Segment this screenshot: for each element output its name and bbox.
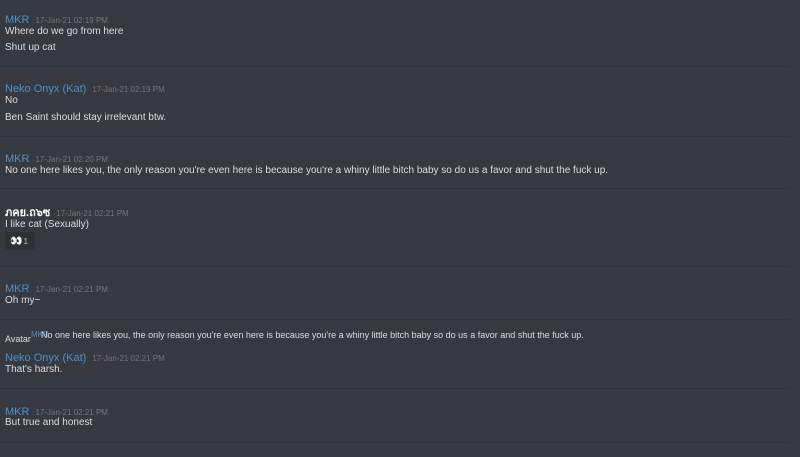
timestamp: 17-Jan-21 02:21 PM [35,285,108,294]
message-text: No [5,95,18,106]
eyes-emoji-icon: 👀 [10,235,22,247]
message-divider [0,442,790,443]
message-header: Neko Onyx (Kat) 17-Jan-21 02:19 PM [5,79,165,97]
reaction-count: 1 [23,236,28,246]
message-text: Ben Saint should stay irrelevant btw. [5,112,167,123]
message-text: Oh my~ [5,295,41,306]
timestamp: 17-Jan-21 02:21 PM [92,354,165,363]
timestamp: 17-Jan-21 02:19 PM [35,16,108,25]
message-text: But true and honest [5,417,93,428]
message-divider [0,66,790,67]
chat-message-list: MKR 17-Jan-21 02:19 PM Where do we go fro… [0,0,800,457]
message-divider [0,388,790,389]
message-text: That's harsh. [5,364,63,375]
message-text: No one here likes you, the only reason y… [5,165,609,176]
message-divider [0,266,790,267]
timestamp: 17-Jan-21 02:21 PM [56,209,129,218]
author-name[interactable]: Neko Onyx (Kat) [5,352,86,364]
reaction-button[interactable]: 👀 1 [5,232,35,250]
timestamp: 17-Jan-21 02:20 PM [35,155,108,164]
author-name[interactable]: MKR [5,153,29,165]
avatar: Avatar [5,334,31,344]
reply-text: No one here likes you, the only reason y… [41,330,584,340]
message-text: Where do we go from here [5,26,124,37]
timestamp: 17-Jan-21 02:21 PM [35,408,108,417]
message-divider [0,136,790,137]
message-text: I like cat (Sexually) [5,219,89,230]
author-name[interactable]: ภคย.ถ๖ซ [5,207,50,219]
message-text: Shut up cat [5,42,56,53]
author-name[interactable]: MKR [5,14,29,26]
author-name[interactable]: Neko Onyx (Kat) [5,83,86,95]
message-divider [0,319,790,320]
author-name[interactable]: MKR [5,283,29,295]
message-divider [0,188,790,189]
timestamp: 17-Jan-21 02:19 PM [92,85,165,94]
